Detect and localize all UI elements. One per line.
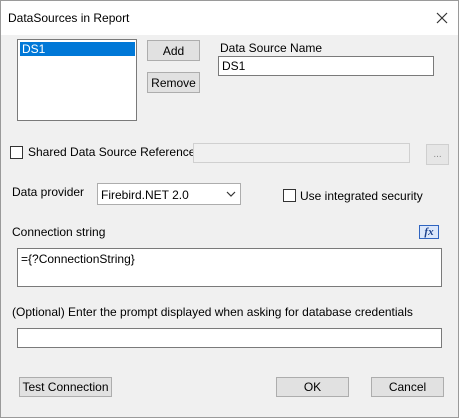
integrated-security-label: Use integrated security	[300, 189, 423, 203]
data-provider-select[interactable]: Firebird.NET 2.0	[97, 183, 241, 205]
data-provider-value: Firebird.NET 2.0	[101, 188, 189, 202]
connection-string-label: Connection string	[12, 225, 106, 239]
close-button[interactable]	[429, 5, 455, 31]
connection-string-input[interactable]: ={?ConnectionString}	[17, 248, 442, 287]
shared-reference-input	[193, 143, 410, 163]
add-button[interactable]: Add	[147, 40, 200, 61]
remove-button[interactable]: Remove	[147, 72, 200, 93]
data-provider-label: Data provider	[12, 185, 85, 199]
chevron-down-icon	[226, 191, 236, 197]
datasources-dialog: DataSources in Report DS1 Add Remove Dat…	[0, 0, 459, 418]
cancel-button[interactable]: Cancel	[371, 377, 444, 397]
title-bar: DataSources in Report	[1, 1, 458, 35]
window-title: DataSources in Report	[8, 11, 130, 25]
shared-reference-checkbox[interactable]	[10, 146, 23, 159]
datasource-name-label: Data Source Name	[220, 41, 323, 55]
datasource-list[interactable]: DS1	[17, 39, 137, 121]
datasource-item[interactable]: DS1	[20, 42, 135, 56]
prompt-input[interactable]	[17, 328, 442, 348]
formula-button[interactable]: fx	[419, 225, 439, 239]
browse-button: ...	[426, 144, 449, 165]
fx-icon: fx	[424, 226, 434, 238]
datasource-name-input[interactable]: DS1	[218, 56, 434, 76]
integrated-security-checkbox[interactable]	[283, 189, 296, 202]
test-connection-button[interactable]: Test Connection	[19, 377, 112, 397]
shared-reference-label: Shared Data Source Reference	[28, 145, 196, 159]
close-icon	[436, 12, 448, 24]
prompt-label: (Optional) Enter the prompt displayed wh…	[12, 305, 413, 319]
ok-button[interactable]: OK	[276, 377, 349, 397]
